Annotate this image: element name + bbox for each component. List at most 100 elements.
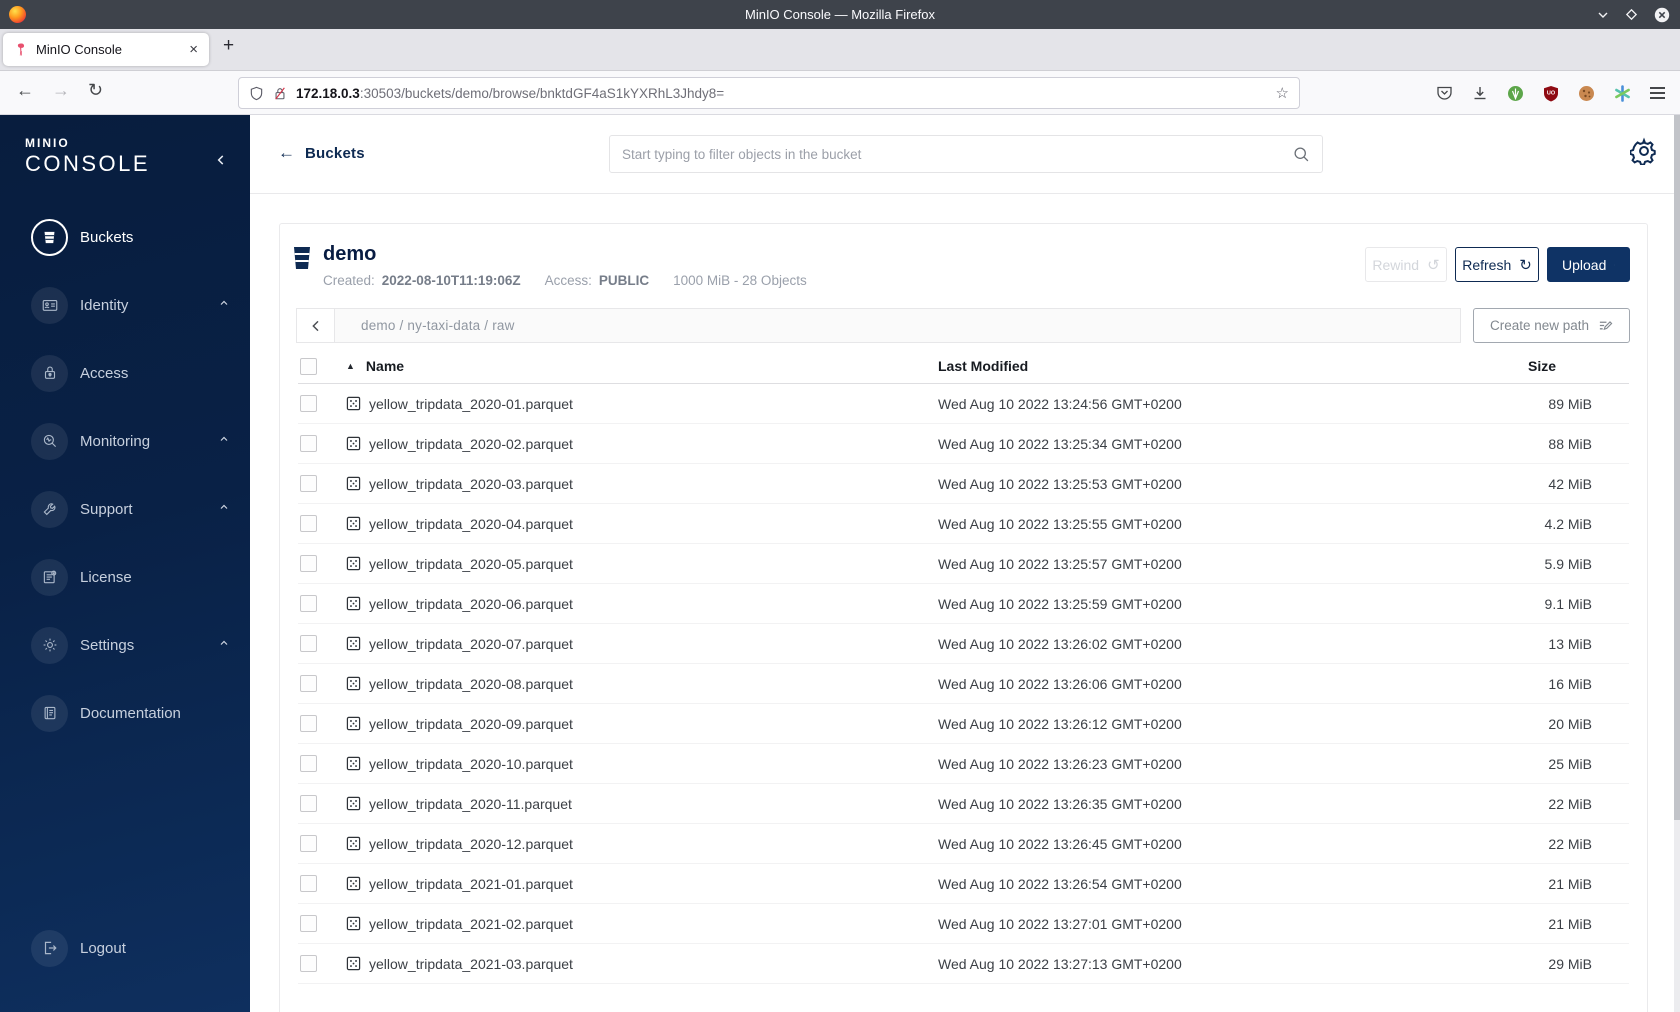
object-name[interactable]: yellow_tripdata_2020-01.parquet [369, 396, 573, 412]
row-checkbox[interactable] [300, 555, 317, 572]
chevron-up-icon[interactable] [218, 636, 230, 654]
asterisk-extension-icon[interactable] [1614, 84, 1631, 102]
row-checkbox[interactable] [300, 955, 317, 972]
row-checkbox[interactable] [300, 475, 317, 492]
window-maximize-icon[interactable] [1625, 8, 1638, 21]
table-row[interactable]: yellow_tripdata_2020-01.parquet Wed Aug … [298, 384, 1629, 424]
object-name[interactable]: yellow_tripdata_2021-02.parquet [369, 916, 573, 932]
table-row[interactable]: yellow_tripdata_2020-03.parquet Wed Aug … [298, 464, 1629, 504]
sidebar-item-monitoring[interactable]: Monitoring [0, 407, 250, 475]
object-name[interactable]: yellow_tripdata_2020-08.parquet [369, 676, 573, 692]
column-header-name[interactable]: ▲ Name [346, 358, 938, 374]
sidebar-item-settings[interactable]: Settings [0, 611, 250, 679]
tab-close-icon[interactable]: × [186, 41, 201, 58]
upload-button[interactable]: Upload [1547, 247, 1630, 282]
sidebar-item-logout[interactable]: Logout [0, 914, 250, 982]
table-row[interactable]: yellow_tripdata_2020-06.parquet Wed Aug … [298, 584, 1629, 624]
console-settings-gear-icon[interactable] [1629, 137, 1658, 170]
object-size: 20 MiB [1548, 715, 1592, 732]
chevron-up-icon[interactable] [218, 500, 230, 518]
parquet-file-icon [346, 796, 361, 811]
support-wrench-icon [31, 490, 68, 528]
pocket-icon[interactable] [1436, 85, 1453, 101]
nav-forward-icon[interactable]: → [52, 80, 70, 101]
extension-green-icon[interactable] [1507, 85, 1524, 102]
table-row[interactable]: yellow_tripdata_2021-01.parquet Wed Aug … [298, 864, 1629, 904]
row-checkbox[interactable] [300, 835, 317, 852]
object-name[interactable]: yellow_tripdata_2020-06.parquet [369, 596, 573, 612]
tracking-shield-icon[interactable] [249, 86, 264, 101]
table-row[interactable]: yellow_tripdata_2020-02.parquet Wed Aug … [298, 424, 1629, 464]
select-all-checkbox[interactable] [300, 357, 317, 375]
insecure-lock-icon[interactable] [273, 86, 287, 101]
sidebar-item-buckets[interactable]: Buckets [0, 203, 250, 271]
table-row[interactable]: yellow_tripdata_2020-10.parquet Wed Aug … [298, 744, 1629, 784]
row-checkbox[interactable] [300, 915, 317, 932]
row-checkbox[interactable] [300, 635, 317, 652]
sidebar-item-documentation[interactable]: Documentation [0, 679, 250, 747]
sidebar-collapse-icon[interactable] [214, 153, 228, 172]
create-new-path-button[interactable]: Create new path [1473, 308, 1630, 343]
chevron-up-icon[interactable] [218, 432, 230, 450]
column-header-size[interactable]: Size [1522, 358, 1629, 374]
window-close-icon[interactable] [1654, 7, 1670, 23]
object-name[interactable]: yellow_tripdata_2020-10.parquet [369, 756, 573, 772]
object-name[interactable]: yellow_tripdata_2020-07.parquet [369, 636, 573, 652]
downloads-icon[interactable] [1472, 85, 1488, 101]
row-checkbox[interactable] [300, 595, 317, 612]
table-row[interactable]: yellow_tripdata_2020-09.parquet Wed Aug … [298, 704, 1629, 744]
bookmark-star-icon[interactable]: ☆ [1276, 84, 1289, 102]
object-name[interactable]: yellow_tripdata_2021-01.parquet [369, 876, 573, 892]
row-checkbox[interactable] [300, 755, 317, 772]
sidebar-item-access[interactable]: Access [0, 339, 250, 407]
table-row[interactable]: yellow_tripdata_2020-07.parquet Wed Aug … [298, 624, 1629, 664]
path-back-button[interactable] [297, 309, 335, 342]
column-header-modified[interactable]: Last Modified [938, 358, 1522, 374]
sidebar-item-license[interactable]: License [0, 543, 250, 611]
object-name[interactable]: yellow_tripdata_2020-03.parquet [369, 476, 573, 492]
table-row[interactable]: yellow_tripdata_2020-11.parquet Wed Aug … [298, 784, 1629, 824]
nav-reload-icon[interactable]: ↻ [88, 80, 103, 101]
breadcrumb[interactable]: demo / ny-taxi-data / raw [335, 318, 515, 333]
object-name[interactable]: yellow_tripdata_2020-09.parquet [369, 716, 573, 732]
table-row[interactable]: yellow_tripdata_2021-03.parquet Wed Aug … [298, 944, 1629, 984]
refresh-button[interactable]: Refresh ↻ [1455, 247, 1539, 282]
tab-minio-console[interactable]: MinIO Console × [3, 33, 209, 66]
back-to-buckets[interactable]: ← Buckets [278, 143, 365, 163]
sidebar-item-identity[interactable]: Identity [0, 271, 250, 339]
object-name[interactable]: yellow_tripdata_2020-12.parquet [369, 836, 573, 852]
row-checkbox[interactable] [300, 875, 317, 892]
object-name[interactable]: yellow_tripdata_2020-02.parquet [369, 436, 573, 452]
row-checkbox[interactable] [300, 675, 317, 692]
page-scrollbar-thumb[interactable] [1674, 115, 1680, 820]
cookie-icon[interactable] [1578, 85, 1595, 102]
nav-back-icon[interactable]: ← [16, 80, 34, 101]
object-filter-input[interactable] [622, 146, 1293, 162]
parquet-file-icon [346, 476, 361, 491]
ublock-shield-icon[interactable]: UO [1543, 85, 1559, 102]
window-minimize-icon[interactable] [1597, 9, 1609, 21]
page-header: ← Buckets [250, 115, 1680, 194]
table-row[interactable]: yellow_tripdata_2020-12.parquet Wed Aug … [298, 824, 1629, 864]
object-name[interactable]: yellow_tripdata_2020-04.parquet [369, 516, 573, 532]
menu-hamburger-icon[interactable] [1650, 87, 1665, 99]
table-row[interactable]: yellow_tripdata_2020-04.parquet Wed Aug … [298, 504, 1629, 544]
row-checkbox[interactable] [300, 795, 317, 812]
new-tab-button[interactable]: + [223, 36, 234, 55]
object-name[interactable]: yellow_tripdata_2020-11.parquet [369, 796, 572, 812]
rewind-button[interactable]: Rewind ↺ [1365, 247, 1447, 282]
row-checkbox[interactable] [300, 515, 317, 532]
table-row[interactable]: yellow_tripdata_2020-08.parquet Wed Aug … [298, 664, 1629, 704]
chevron-up-icon[interactable] [218, 296, 230, 314]
row-checkbox[interactable] [300, 395, 317, 412]
row-checkbox[interactable] [300, 435, 317, 452]
object-name[interactable]: yellow_tripdata_2021-03.parquet [369, 956, 573, 972]
url-text[interactable]: 172.18.0.3:30503/buckets/demo/browse/bnk… [296, 86, 1267, 101]
page-scrollbar[interactable] [1674, 115, 1680, 1012]
table-row[interactable]: yellow_tripdata_2020-05.parquet Wed Aug … [298, 544, 1629, 584]
object-name[interactable]: yellow_tripdata_2020-05.parquet [369, 556, 573, 572]
sidebar-item-support[interactable]: Support [0, 475, 250, 543]
table-row[interactable]: yellow_tripdata_2021-02.parquet Wed Aug … [298, 904, 1629, 944]
url-bar[interactable]: 172.18.0.3:30503/buckets/demo/browse/bnk… [238, 77, 1300, 109]
row-checkbox[interactable] [300, 715, 317, 732]
